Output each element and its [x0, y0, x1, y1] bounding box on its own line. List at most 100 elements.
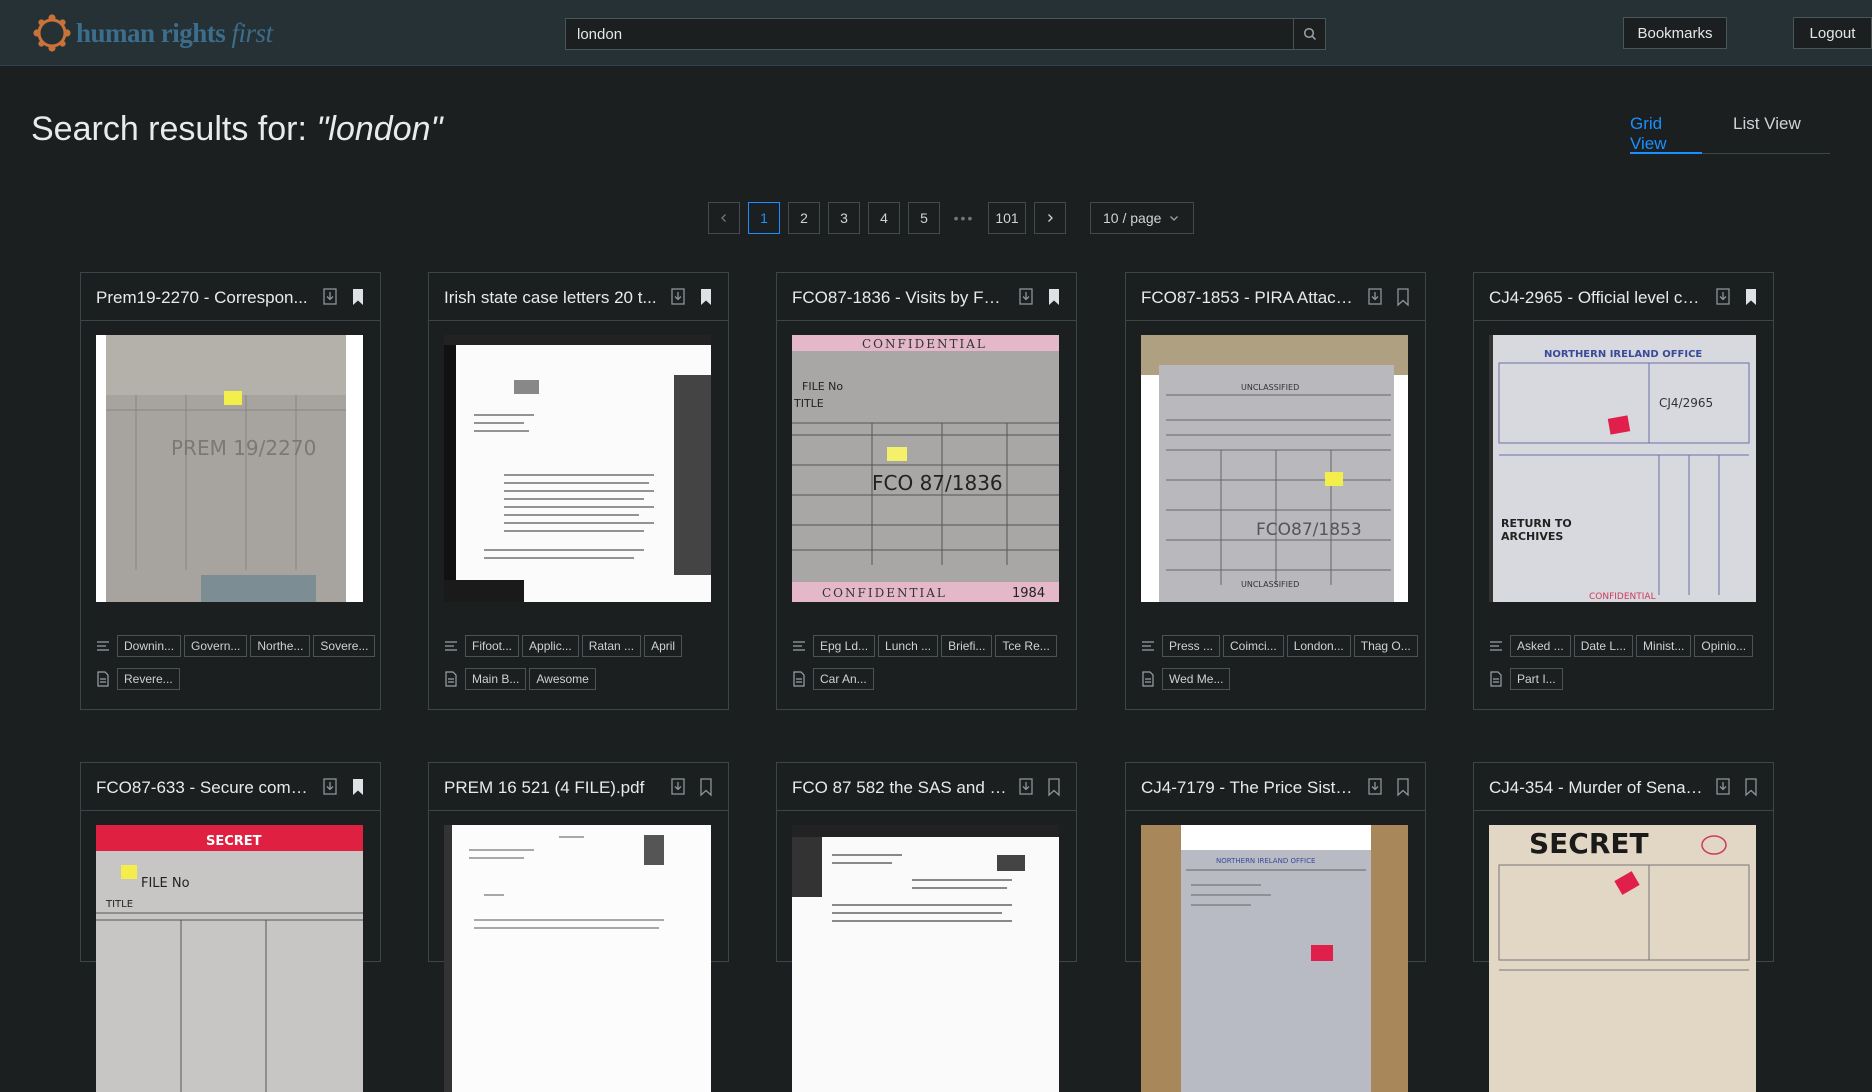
page-5-button[interactable]: 5 — [908, 202, 940, 234]
tab-list-view[interactable]: List View — [1733, 114, 1801, 154]
document-tag[interactable]: Awesome — [529, 668, 596, 690]
keyword-tag[interactable]: Govern... — [184, 635, 248, 657]
download-icon[interactable] — [669, 287, 687, 307]
bookmark-filled-icon[interactable] — [1045, 287, 1063, 307]
search-button[interactable] — [1293, 18, 1326, 50]
document-thumbnail[interactable]: NORTHERN IRELAND OFFICE CJ4/2965 RETURN … — [1489, 335, 1756, 602]
card-title[interactable]: FCO 87 582 the SAS and S... — [792, 778, 1007, 798]
document-tag[interactable]: Wed Me... — [1162, 668, 1231, 690]
page-size-select[interactable]: 10 / page — [1090, 202, 1194, 234]
keyword-tag[interactable]: April — [644, 635, 683, 657]
thumb-title-label: TITLE — [105, 899, 133, 910]
download-icon[interactable] — [321, 287, 339, 307]
card-header: FCO 87 582 the SAS and S... — [777, 763, 1076, 811]
download-icon[interactable] — [1017, 287, 1035, 307]
card-title[interactable]: CJ4-7179 - The Price Sister... — [1141, 778, 1356, 798]
document-card[interactable]: CJ4-7179 - The Price Sister... NORTHERN … — [1125, 762, 1426, 1092]
document-tag[interactable]: Part I... — [1510, 668, 1563, 690]
keyword-tag[interactable]: Minist... — [1636, 635, 1692, 657]
card-title[interactable]: Prem19-2270 - Correspon... — [96, 288, 311, 308]
document-card[interactable]: Prem19-2270 - Correspon... PREM 19/2270 … — [80, 272, 381, 710]
card-title[interactable]: FCO87-633 - Secure comm... — [96, 778, 311, 798]
bookmark-filled-icon[interactable] — [349, 777, 367, 797]
document-tag[interactable]: Main B... — [465, 668, 527, 690]
document-tag[interactable]: Car An... — [813, 668, 874, 690]
page-1-button[interactable]: 1 — [748, 202, 780, 234]
keyword-tag[interactable]: Tce Re... — [995, 635, 1057, 657]
tab-grid-view[interactable]: Grid View — [1630, 114, 1702, 154]
document-thumbnail[interactable]: NORTHERN IRELAND OFFICE — [1141, 825, 1408, 1092]
document-card[interactable]: FCO87-633 - Secure comm... SECRET FILE N… — [80, 762, 381, 1092]
document-thumbnail[interactable] — [444, 335, 711, 602]
keyword-tag[interactable]: Thag O... — [1353, 635, 1418, 657]
keyword-tag[interactable]: Northe... — [250, 635, 311, 657]
card-title[interactable]: CJ4-354 - Murder of Senat... — [1489, 778, 1704, 798]
card-header: CJ4-354 - Murder of Senat... — [1474, 763, 1773, 811]
keyword-tag[interactable]: London... — [1286, 635, 1351, 657]
document-thumbnail[interactable]: CONFIDENTIAL FILE No TITLE FCO 87/1836 C… — [792, 335, 1059, 602]
document-thumbnail[interactable] — [792, 825, 1059, 1092]
document-card[interactable]: PREM 16 521 (4 FILE).pdf — [428, 762, 729, 1092]
download-icon[interactable] — [1366, 777, 1384, 797]
document-thumbnail[interactable]: PREM 19/2270 — [96, 335, 363, 602]
card-title[interactable]: CJ4-2965 - Official level co... — [1489, 288, 1704, 308]
document-thumbnail[interactable]: SECRET FILE No TITLE — [96, 825, 363, 1092]
document-thumbnail[interactable] — [444, 825, 711, 1092]
card-title[interactable]: Irish state case letters 20 t... — [444, 288, 659, 308]
download-icon[interactable] — [1714, 287, 1732, 307]
keyword-tag[interactable]: Applic... — [522, 635, 579, 657]
card-title[interactable]: FCO87-1853 - PIRA Attacks... — [1141, 288, 1356, 308]
page-4-button[interactable]: 4 — [868, 202, 900, 234]
keyword-tag[interactable]: Opinio... — [1694, 635, 1754, 657]
keyword-tag[interactable]: Downin... — [117, 635, 182, 657]
document-card[interactable]: CJ4-2965 - Official level co... NORTHERN… — [1473, 272, 1774, 710]
document-thumbnail[interactable]: UNCLASSIFIED FCO87/1853 UNCLASSIFIED — [1141, 335, 1408, 602]
document-tags: Main B... Awesome — [441, 668, 599, 690]
page-2-button[interactable]: 2 — [788, 202, 820, 234]
keyword-tag[interactable]: Briefi... — [941, 635, 993, 657]
download-icon[interactable] — [669, 777, 687, 797]
bookmark-outline-icon[interactable] — [1045, 777, 1063, 797]
search-input[interactable] — [565, 18, 1293, 50]
document-card[interactable]: Irish state case letters 20 t... Fifoot.… — [428, 272, 729, 710]
document-card[interactable]: FCO87-1836 - Visits by FCO... CONFIDENTI… — [776, 272, 1077, 710]
page-last-button[interactable]: 101 — [988, 202, 1026, 234]
logo[interactable]: human rights first — [32, 12, 273, 54]
logout-button[interactable]: Logout — [1793, 17, 1872, 49]
keyword-tag[interactable]: Epg Ld... — [813, 635, 876, 657]
document-thumbnail[interactable]: SECRET — [1489, 825, 1756, 1092]
keyword-tag[interactable]: Fifoot... — [465, 635, 520, 657]
keyword-tag[interactable]: Lunch ... — [878, 635, 939, 657]
prev-page-button[interactable] — [708, 202, 740, 234]
bookmark-filled-icon[interactable] — [349, 287, 367, 307]
bookmark-outline-icon[interactable] — [1394, 777, 1412, 797]
bookmark-filled-icon[interactable] — [697, 287, 715, 307]
document-card[interactable]: CJ4-354 - Murder of Senat... SECRET — [1473, 762, 1774, 1092]
bookmark-outline-icon[interactable] — [1394, 287, 1412, 307]
next-page-button[interactable] — [1034, 202, 1066, 234]
keyword-tag[interactable]: Date L... — [1573, 635, 1634, 657]
document-card[interactable]: FCO 87 582 the SAS and S... — [776, 762, 1077, 1092]
bookmark-outline-icon[interactable] — [1742, 777, 1760, 797]
card-title[interactable]: FCO87-1836 - Visits by FCO... — [792, 288, 1007, 308]
thumb-header: SECRET — [1529, 827, 1649, 860]
page-jump-ellipsis[interactable]: ••• — [948, 202, 980, 234]
document-card[interactable]: FCO87-1853 - PIRA Attacks... UNCLASSIFIE… — [1125, 272, 1426, 710]
keyword-tag[interactable]: Asked ... — [1510, 635, 1571, 657]
keyword-tag[interactable]: Coimci... — [1223, 635, 1284, 657]
keyword-tag[interactable]: Ratan ... — [581, 635, 642, 657]
download-icon[interactable] — [321, 777, 339, 797]
bookmark-outline-icon[interactable] — [697, 777, 715, 797]
bookmark-filled-icon[interactable] — [1742, 287, 1760, 307]
card-title[interactable]: PREM 16 521 (4 FILE).pdf — [444, 778, 659, 798]
keyword-tag[interactable]: Press ... — [1162, 635, 1221, 657]
keywords-icon — [441, 636, 461, 656]
download-icon[interactable] — [1714, 777, 1732, 797]
bookmarks-button[interactable]: Bookmarks — [1623, 17, 1727, 49]
document-tag[interactable]: Revere... — [117, 668, 180, 690]
keyword-tag[interactable]: Sovere... — [313, 635, 376, 657]
thumb-handwriting: PREM 19/2270 — [171, 436, 316, 460]
download-icon[interactable] — [1366, 287, 1384, 307]
page-3-button[interactable]: 3 — [828, 202, 860, 234]
download-icon[interactable] — [1017, 777, 1035, 797]
